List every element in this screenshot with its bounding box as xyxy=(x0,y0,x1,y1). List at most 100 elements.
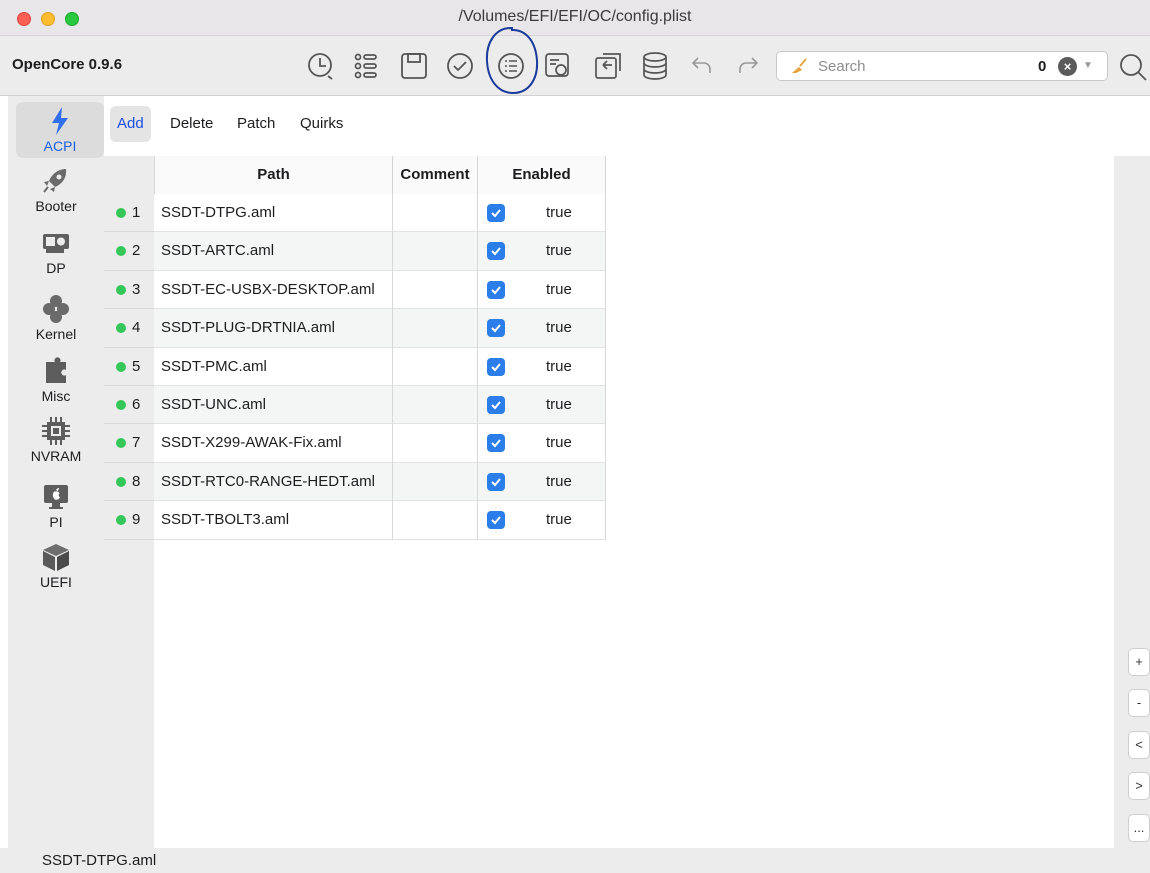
path-cell[interactable]: SSDT-PLUG-DRTNIA.aml xyxy=(154,309,393,348)
sidebar-item-label: Misc xyxy=(41,388,71,404)
settings-file-icon[interactable] xyxy=(541,49,575,83)
row-number-cell: 7 xyxy=(104,424,154,463)
redo-icon[interactable] xyxy=(732,49,766,83)
sidebar-item-dp[interactable]: DP xyxy=(8,228,104,276)
sidebar-item-label: PI xyxy=(49,514,63,530)
enabled-cell[interactable]: true xyxy=(478,424,606,463)
import-icon[interactable] xyxy=(591,49,625,83)
section-tabs: Add Delete Patch Quirks xyxy=(104,96,1150,156)
enabled-cell[interactable]: true xyxy=(478,501,606,540)
cube-icon xyxy=(43,544,69,571)
title-bar: /Volumes/EFI/EFI/OC/config.plist xyxy=(0,0,1150,36)
enabled-checkbox[interactable] xyxy=(487,280,505,299)
enabled-cell[interactable]: true xyxy=(478,462,606,502)
tab-add[interactable]: Add xyxy=(110,106,151,142)
comment-cell[interactable] xyxy=(393,309,478,348)
status-bar: SSDT-DTPG.aml xyxy=(0,848,1150,873)
sidebar-item-booter[interactable]: Booter xyxy=(8,166,104,214)
comment-cell[interactable] xyxy=(393,270,478,310)
previous-button[interactable]: < xyxy=(1128,731,1150,759)
check-icon[interactable] xyxy=(443,49,477,83)
row-number: 3 xyxy=(132,280,141,298)
sidebar-item-uefi[interactable]: UEFI xyxy=(8,542,104,590)
header-comment[interactable]: Comment xyxy=(393,156,478,194)
comment-cell[interactable] xyxy=(393,501,478,540)
enabled-cell[interactable]: true xyxy=(478,309,606,348)
table-row[interactable]: 5 SSDT-PMC.aml true xyxy=(104,347,606,386)
search-field[interactable]: Search 0 × ▼ xyxy=(776,51,1108,81)
path-cell[interactable]: SSDT-PMC.aml xyxy=(154,347,393,386)
next-button[interactable]: > xyxy=(1128,772,1150,800)
table-row[interactable]: 4 SSDT-PLUG-DRTNIA.aml true xyxy=(104,309,606,348)
checkmark-icon xyxy=(491,247,501,256)
sidebar-item-kernel[interactable]: Kernel xyxy=(8,294,104,342)
enabled-checkbox[interactable] xyxy=(487,434,505,453)
table-row[interactable]: 9 SSDT-TBOLT3.aml true xyxy=(104,501,606,540)
enabled-cell[interactable]: true xyxy=(478,270,606,310)
database-icon[interactable] xyxy=(638,49,672,83)
enabled-checkbox[interactable] xyxy=(487,204,505,222)
add-row-button[interactable]: + xyxy=(1128,648,1150,676)
comment-cell[interactable] xyxy=(393,232,478,271)
enabled-checkbox[interactable] xyxy=(487,511,505,530)
enabled-checkbox[interactable] xyxy=(487,472,505,491)
path-cell[interactable]: SSDT-DTPG.aml xyxy=(154,194,393,233)
tab-delete[interactable]: Delete xyxy=(163,106,220,142)
path-cell[interactable]: SSDT-X299-AWAK-Fix.aml xyxy=(154,424,393,463)
comment-cell[interactable] xyxy=(393,386,478,425)
comment-cell[interactable] xyxy=(393,424,478,463)
sidebar-item-pi[interactable]: PI xyxy=(8,482,104,530)
tab-quirks[interactable]: Quirks xyxy=(293,106,350,142)
table-row[interactable]: 3 SSDT-EC-USBX-DESKTOP.aml true xyxy=(104,270,606,310)
tab-patch[interactable]: Patch xyxy=(230,106,282,142)
enabled-cell[interactable]: true xyxy=(478,232,606,271)
enabled-checkbox[interactable] xyxy=(487,242,505,261)
list-icon[interactable] xyxy=(349,49,383,83)
acpi-add-table: Path Comment Enabled 1 SSDT-DTPG.aml true 2… xyxy=(104,156,1114,848)
header-enabled[interactable]: Enabled xyxy=(478,156,606,194)
status-dot-icon xyxy=(116,284,126,295)
save-icon[interactable] xyxy=(397,49,431,83)
sidebar-item-nvram[interactable]: NVRAM xyxy=(8,416,104,464)
path-cell[interactable]: SSDT-UNC.aml xyxy=(154,386,393,425)
status-dot-icon xyxy=(116,400,126,410)
row-number: 6 xyxy=(132,396,141,413)
path-cell[interactable]: SSDT-EC-USBX-DESKTOP.aml xyxy=(154,270,393,310)
remove-row-button[interactable]: - xyxy=(1128,689,1150,717)
row-number-cell: 8 xyxy=(104,462,154,502)
clear-search-icon[interactable]: × xyxy=(1058,57,1077,76)
enabled-cell[interactable]: true xyxy=(478,194,606,233)
row-number-cell: 5 xyxy=(104,347,154,386)
path-cell[interactable]: SSDT-ARTC.aml xyxy=(154,232,393,271)
undo-icon[interactable] xyxy=(686,49,720,83)
checkmark-icon xyxy=(491,401,501,410)
enabled-cell[interactable]: true xyxy=(478,386,606,425)
search-icon[interactable] xyxy=(1116,50,1150,84)
chevron-down-icon[interactable]: ▼ xyxy=(1083,60,1093,71)
header-path[interactable]: Path xyxy=(154,156,393,194)
mac-icon xyxy=(44,485,68,509)
sidebar-item-misc[interactable]: Misc xyxy=(8,356,104,404)
table-row[interactable]: 7 SSDT-X299-AWAK-Fix.aml true xyxy=(104,424,606,463)
row-number-cell: 4 xyxy=(104,309,154,348)
row-number: 9 xyxy=(132,511,141,529)
history-icon[interactable] xyxy=(304,49,338,83)
table-row[interactable]: 6 SSDT-UNC.aml true xyxy=(104,386,606,425)
enabled-checkbox[interactable] xyxy=(487,396,505,414)
table-row[interactable]: 2 SSDT-ARTC.aml true xyxy=(104,232,606,271)
more-button[interactable]: ... xyxy=(1128,814,1150,842)
path-cell[interactable]: SSDT-RTC0-RANGE-HEDT.aml xyxy=(154,462,393,502)
search-count: 0 xyxy=(1038,58,1047,75)
comment-cell[interactable] xyxy=(393,194,478,233)
table-row[interactable]: 1 SSDT-DTPG.aml true xyxy=(104,194,606,233)
lightning-icon xyxy=(52,107,68,135)
path-cell[interactable]: SSDT-TBOLT3.aml xyxy=(154,501,393,540)
table-row[interactable]: 8 SSDT-RTC0-RANGE-HEDT.aml true xyxy=(104,462,606,502)
comment-cell[interactable] xyxy=(393,462,478,502)
sidebar-item-acpi[interactable]: ACPI xyxy=(16,102,104,158)
enabled-value: true xyxy=(546,511,572,529)
enabled-checkbox[interactable] xyxy=(487,319,505,338)
enabled-checkbox[interactable] xyxy=(487,357,505,376)
enabled-cell[interactable]: true xyxy=(478,347,606,386)
comment-cell[interactable] xyxy=(393,347,478,386)
